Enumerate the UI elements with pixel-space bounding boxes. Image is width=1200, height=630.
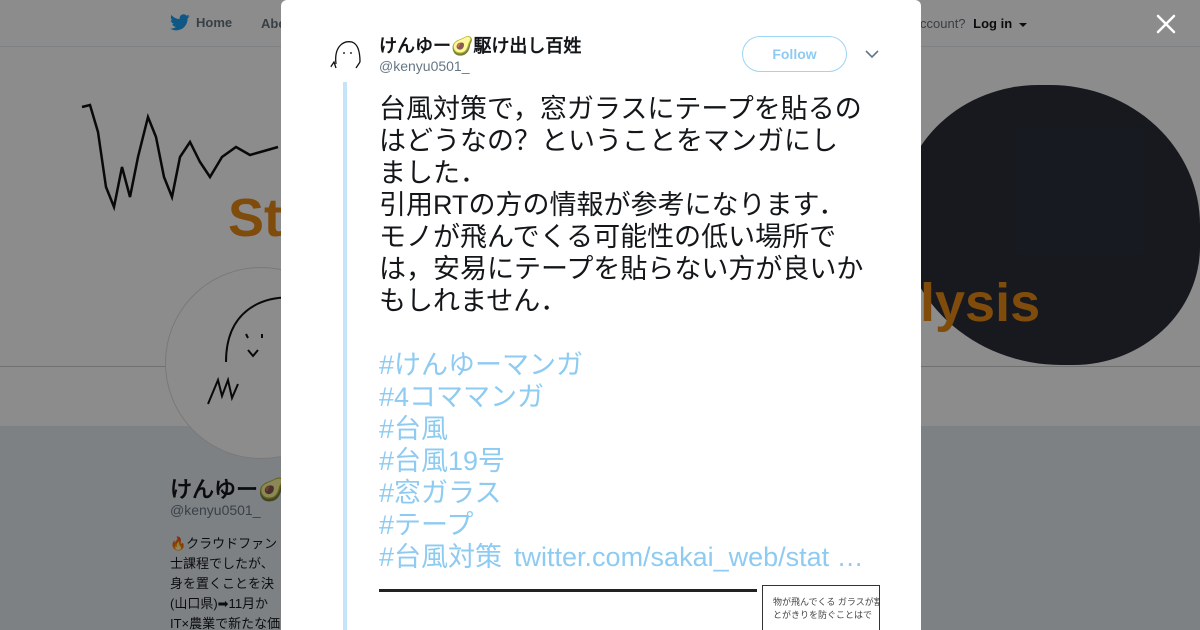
tweet-author-name[interactable]: けんゆー🥑駆け出し百姓 [379,32,581,58]
hashtag-link[interactable]: #けんゆーマンガ [379,349,884,381]
hashtag-link[interactable]: #台風対策 [379,542,502,572]
tweet-text-line: は，安易にテープを貼らない方が良いか [379,254,864,284]
tweet-text-line: もしれません． [379,286,568,316]
tweet-author-avatar[interactable] [326,34,366,74]
quoted-tweet-link[interactable]: twitter.com/sakai_web/stat … [514,542,864,572]
manga-panel-text: とがきりを防ぐことはで [773,610,873,620]
chevron-down-icon [865,50,879,59]
tweet-more-menu[interactable] [864,46,880,62]
tweet-text-line: 引用RTの方の情報が参考になります． [379,190,846,220]
tweet-author-handle[interactable]: @kenyu0501_ [379,58,470,74]
close-modal-button[interactable] [1152,10,1180,38]
tweet-permalink-modal: けんゆー🥑駆け出し百姓 @kenyu0501_ Follow 台風対策で，窓ガラ… [281,0,921,630]
tweet-text-line: 台風対策で，窓ガラスにテープを貼るの [379,94,862,124]
author-avatar-drawing [329,41,361,69]
hashtag-link[interactable]: #台風19号 [379,445,884,477]
manga-panel: 物が飛んでくる ガラスが割 とがきりを防ぐことはで [762,585,880,630]
tweet-text-line: はどうなの？ということをマンガにし [379,126,838,156]
hashtag-link[interactable]: #テープ [379,509,884,541]
follow-button[interactable]: Follow [742,36,847,72]
tweet-text-line: ました． [379,158,487,188]
hashtag-link[interactable]: #台風 [379,413,884,445]
thread-connector-line [343,82,347,630]
manga-panel-border [379,589,757,592]
manga-panel-text: 物が飛んでくる ガラスが割 [773,597,880,607]
tweet-text: 台風対策で，窓ガラスにテープを貼るの はどうなの？ということをマンガにし ました… [379,93,884,573]
last-line: #台風対策 twitter.com/sakai_web/stat … [379,541,884,573]
hashtag-link[interactable]: #4コママンガ [379,381,884,413]
tweet-text-line: モノが飛んでくる可能性の低い場所で [379,222,837,252]
close-icon [1156,14,1176,34]
manga-image-preview[interactable]: 物が飛んでくる ガラスが割 とがきりを防ぐことはで [379,585,884,630]
hashtag-link[interactable]: #窓ガラス [379,477,884,509]
